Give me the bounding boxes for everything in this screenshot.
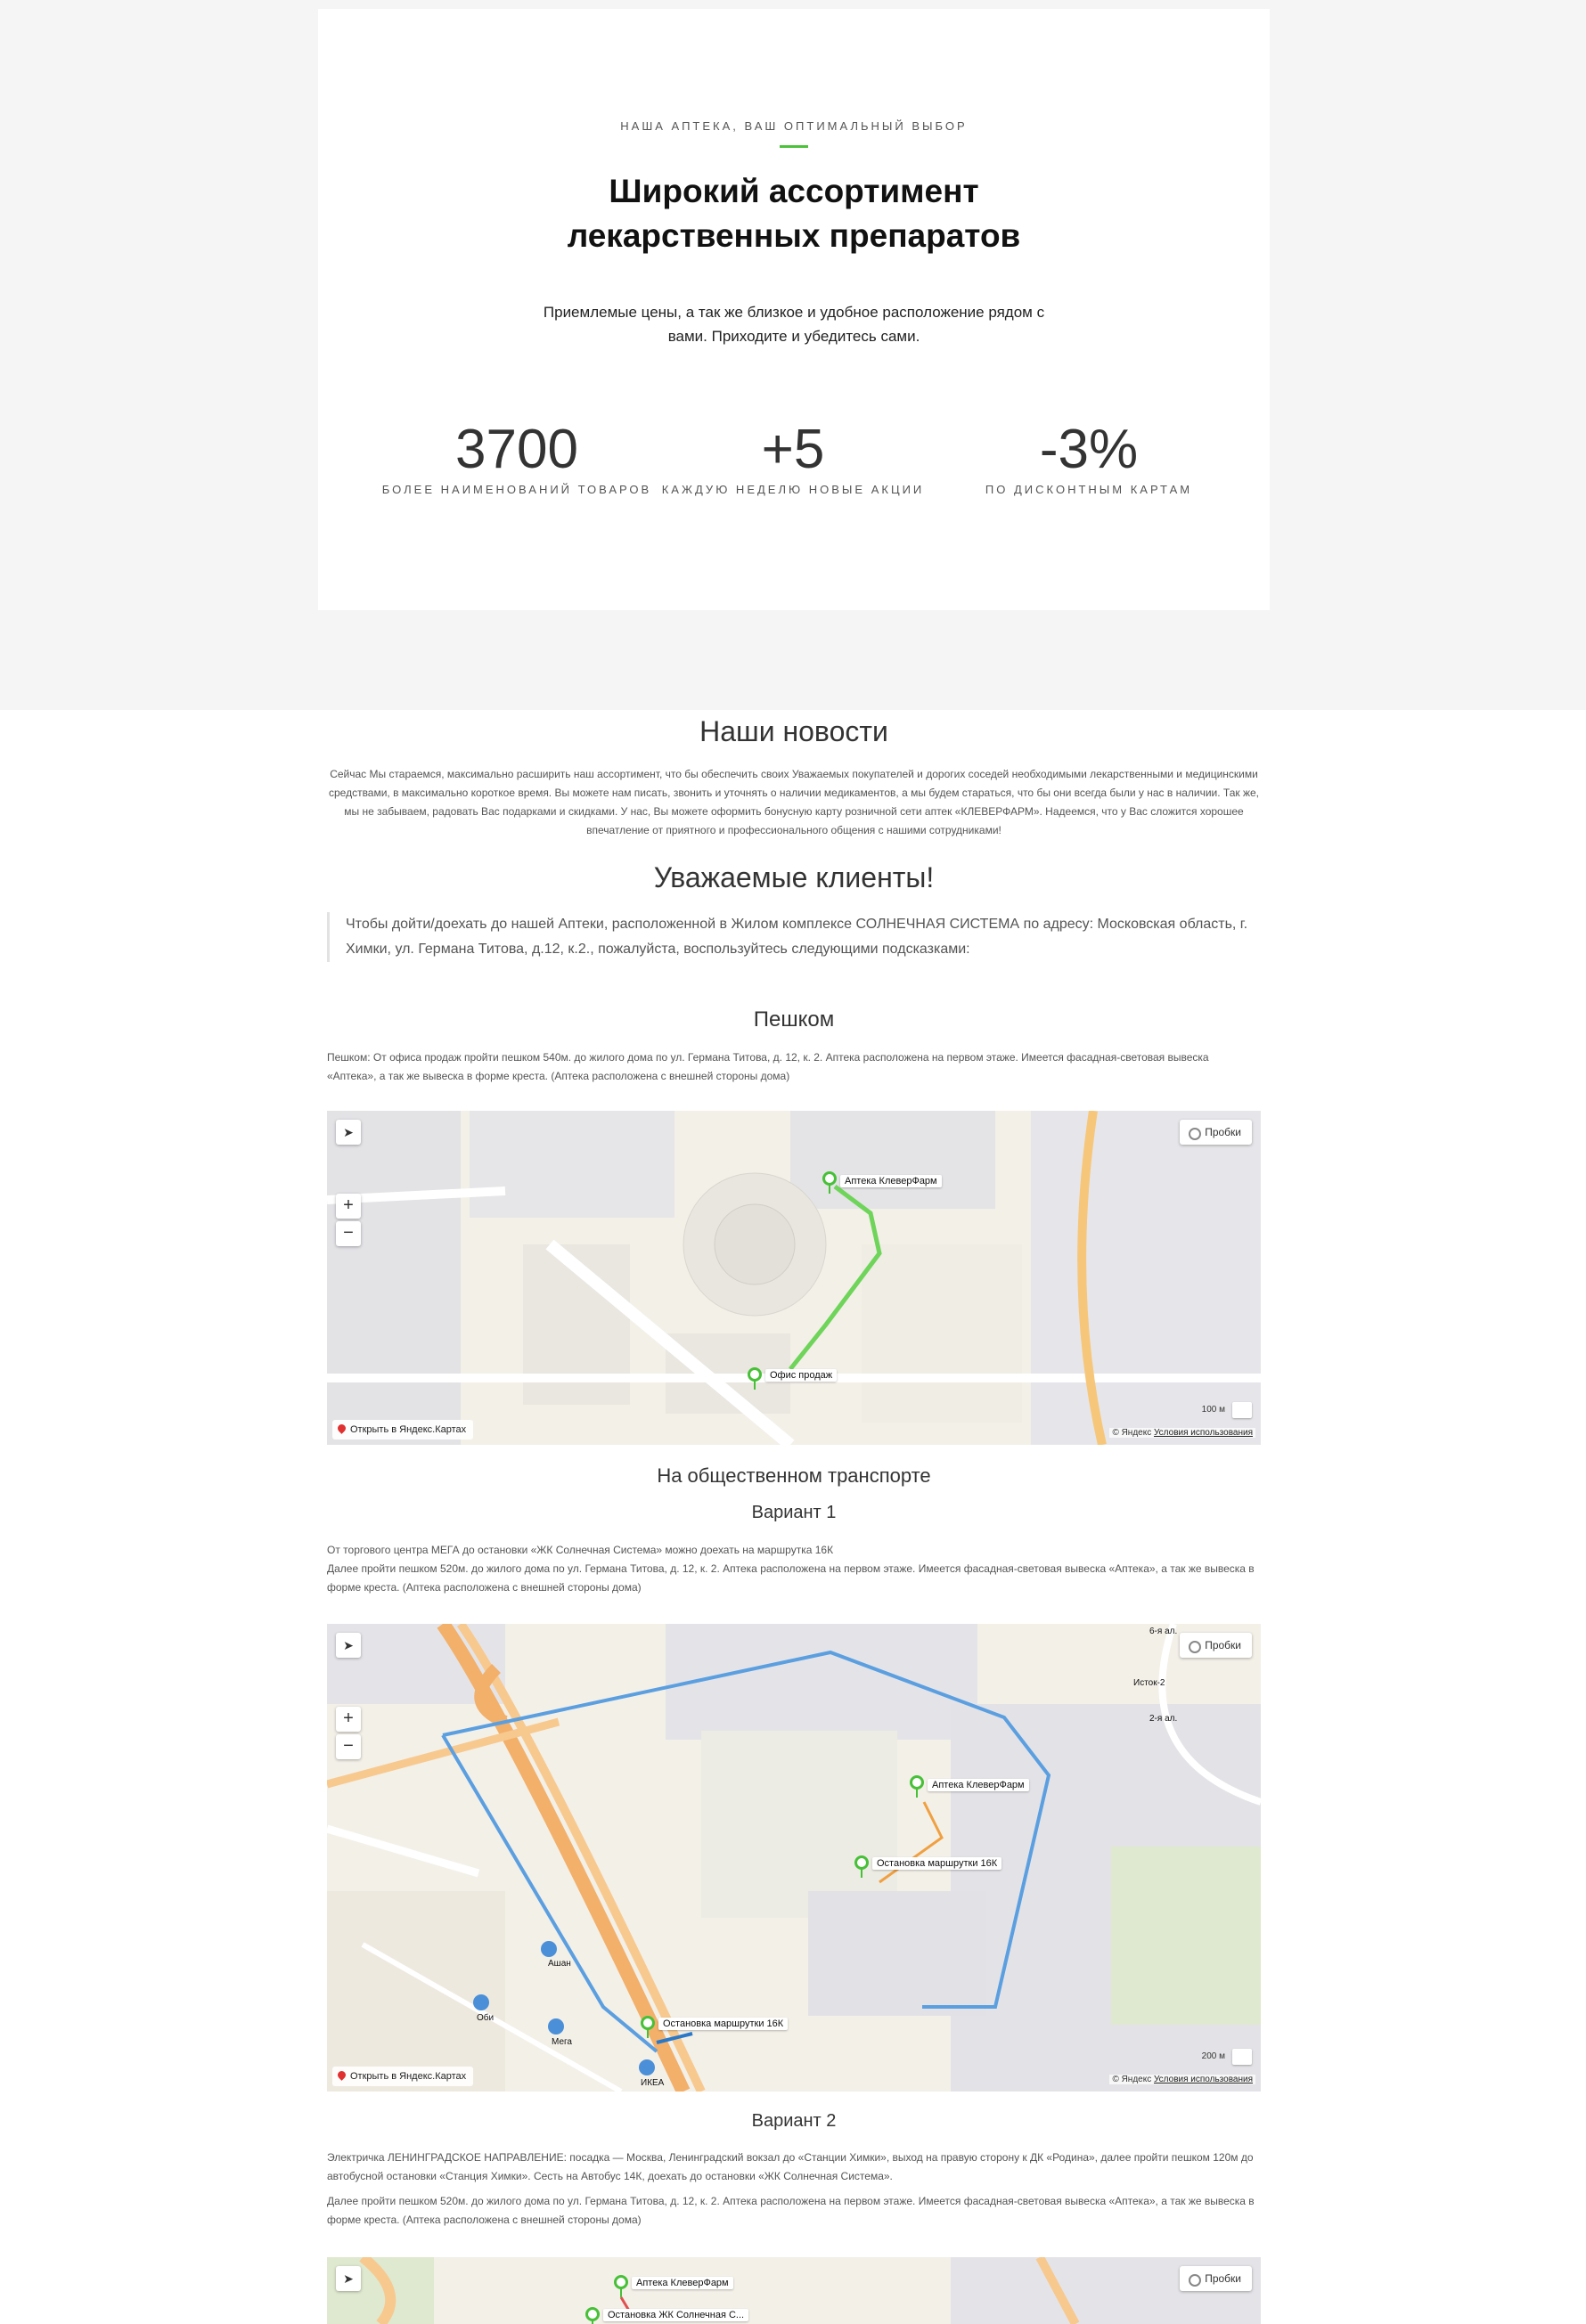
terms-link[interactable]: Условия использования [1154,1428,1253,1438]
zoom-in-button[interactable]: + [336,1194,361,1219]
poi-ikea[interactable]: ИКЕА [636,2077,668,2089]
traffic-button[interactable]: Пробки [1180,1120,1252,1145]
map-label-6al: 6-я ал. [1149,1627,1178,1636]
zoom-out-button[interactable]: − [336,1221,361,1246]
terms-link[interactable]: Условия использования [1154,2075,1253,2084]
ruler-button[interactable] [1232,1402,1252,1418]
stat-value: 3700 [455,419,578,480]
bus-stop-label[interactable]: Остановка ЖК Солнечная С... [603,2309,749,2321]
walk-text: Пешком: От офиса продаж пройти пешком 54… [327,1051,1209,1082]
variant1-line1: От торгового центра МЕГА до остановки «Ж… [327,1544,834,1556]
copyright-text: © Яндекс [1112,1428,1152,1438]
accent-divider [780,145,808,148]
variant2-title: Вариант 2 [751,2111,837,2131]
hero-title-line-2: лекарственных препаратов [567,217,1021,254]
transport-title: На общественном транспорте [657,1464,931,1487]
variant2-line2: Далее пройти пешком 520м. до жилого дома… [327,2195,1255,2226]
stat-discount: -3% ПО ДИСКОНТНЫМ КАРТАМ [937,419,1240,496]
stat-products: 3700 БОЛЕЕ НАИМЕНОВАНИЙ ТОВАРОВ [365,419,668,496]
traffic-button[interactable]: Пробки [1180,2266,1252,2291]
open-in-yandex-link[interactable]: Открыть в Яндекс.Картах [332,1420,474,1439]
variant1-line2: Далее пройти пешком 520м. до жилого дома… [327,1562,1255,1594]
map-walk[interactable]: ➤ + − Пробки Аптека КлеверФарм Офис прод… [327,1111,1261,1445]
office-pin-icon[interactable] [748,1367,762,1390]
stat-label: БОЛЕЕ НАИМЕНОВАНИЙ ТОВАРОВ [381,483,652,496]
poi-obi[interactable]: Оби [472,2012,498,2024]
hero-title-line-1: Широкий ассортимент [609,173,979,209]
news-text: Сейчас Мы стараемся, максимально расшири… [328,768,1260,836]
bus-stop-pin-icon[interactable] [585,2307,600,2324]
map-copyright: © Яндекс Условия использования [1109,1428,1255,1438]
pharmacy-pin-icon[interactable] [822,1171,837,1194]
stat-label: КАЖДУЮ НЕДЕЛЮ НОВЫЕ АКЦИИ [661,483,925,496]
office-label[interactable]: Офис продаж [765,1369,838,1382]
pharmacy-label[interactable]: Аптека КлеверФарм [840,1175,942,1187]
copyright-text: © Яндекс [1112,2075,1152,2084]
ruler-button[interactable] [1232,2049,1252,2065]
walk-title: Пешком [753,1007,835,1032]
map-variant2-canvas [327,2257,1261,2324]
stat-label: ПО ДИСКОНТНЫМ КАРТАМ [985,483,1193,496]
bus-stop-label[interactable]: Остановка маршрутки 16К [658,2018,789,2030]
clients-quote: Чтобы дойти/доехать до нашей Аптеки, рас… [327,912,1261,962]
pharmacy-label[interactable]: Аптека КлеверФарм [928,1779,1029,1791]
pharmacy-label[interactable]: Аптека КлеверФарм [632,2277,733,2289]
poi-ashan[interactable]: Ашан [544,1958,576,1969]
variant1-title: Вариант 1 [751,1503,837,1522]
map-walk-canvas [327,1111,1261,1445]
stat-value: +5 [761,419,825,480]
traffic-button[interactable]: Пробки [1180,1633,1252,1658]
map-scale: 100 м [1201,1405,1225,1415]
map-variant1[interactable]: Ашан Оби Мега ИКЕА Исток-2 6-я ал. 2-я а… [327,1624,1261,2092]
clients-title: Уважаемые клиенты! [653,861,935,893]
stat-value: -3% [1039,419,1139,480]
map-label-istok: Исток-2 [1133,1678,1165,1688]
bus-stop-pin-icon[interactable] [854,1855,869,1878]
hero-card: НАША АПТЕКА, ВАШ ОПТИМАЛЬНЫЙ ВЫБОР Широк… [318,9,1270,610]
hero-title: Широкий ассортимент лекарственных препар… [318,169,1270,258]
zoom-in-button[interactable]: + [336,1707,361,1732]
poi-mega[interactable]: Мега [547,2036,576,2048]
zoom-out-button[interactable]: − [336,1734,361,1759]
locate-button[interactable]: ➤ [336,1633,361,1658]
open-in-yandex-link[interactable]: Открыть в Яндекс.Картах [332,2067,474,2086]
map-copyright: © Яндекс Условия использования [1109,2075,1255,2084]
locate-button[interactable]: ➤ [336,1120,361,1145]
map-label-2al: 2-я ал. [1149,1714,1178,1724]
bus-stop-pin-icon[interactable] [641,2016,655,2038]
news-title: Наши новости [699,715,888,747]
pharmacy-pin-icon[interactable] [614,2275,628,2297]
pharmacy-pin-icon[interactable] [910,1775,924,1798]
map-scale: 200 м [1201,2051,1225,2061]
map-variant1-canvas [327,1624,1261,2092]
variant2-line1: Электричка ЛЕНИНГРАДСКОЕ НАПРАВЛЕНИЕ: по… [327,2151,1254,2182]
bus-stop-label[interactable]: Остановка маршрутки 16К [872,1857,1002,1870]
stat-promos: +5 КАЖДУЮ НЕДЕЛЮ НОВЫЕ АКЦИИ [642,419,944,496]
map-variant2[interactable]: ➤ Пробки Аптека КлеверФарм Остановка ЖК … [327,2257,1261,2324]
hero-subtitle: Приемлемые цены, а так же близкое и удоб… [543,304,1045,345]
hero-kicker: НАША АПТЕКА, ВАШ ОПТИМАЛЬНЫЙ ВЫБОР [620,119,968,133]
locate-button[interactable]: ➤ [336,2266,361,2291]
